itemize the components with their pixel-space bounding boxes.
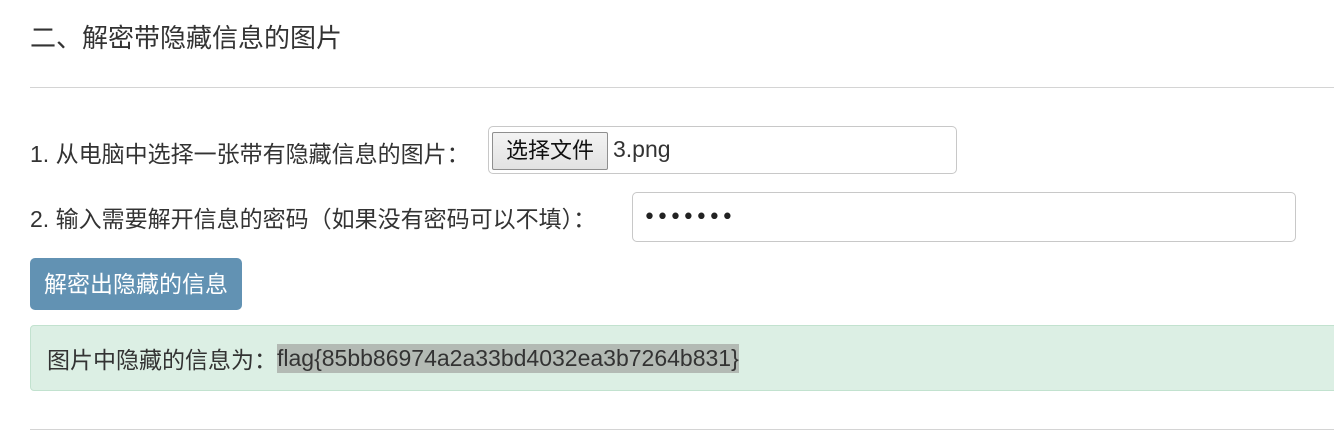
file-input[interactable]: 选择文件 3.png — [488, 126, 957, 174]
step2-label: 2. 输入需要解开信息的密码（如果没有密码可以不填）： — [30, 206, 597, 232]
step1-label: 1. 从电脑中选择一张带有隐藏信息的图片： — [30, 141, 470, 167]
result-label: 图片中隐藏的信息为： — [47, 347, 277, 373]
result-alert: 图片中隐藏的信息为： flag{85bb86974a2a33bd4032ea3b… — [30, 325, 1334, 391]
divider-top — [30, 87, 1334, 88]
section-title: 二、解密带隐藏信息的图片 — [30, 23, 343, 53]
decrypt-page: 二、解密带隐藏信息的图片 1. 从电脑中选择一张带有隐藏信息的图片： 选择文件 … — [0, 0, 1334, 443]
choose-file-button[interactable]: 选择文件 — [492, 132, 608, 170]
divider-bottom — [30, 429, 1334, 430]
selected-file-name: 3.png — [613, 136, 671, 162]
result-value: flag{85bb86974a2a33bd4032ea3b7264b831} — [277, 343, 739, 373]
step2-row: 2. 输入需要解开信息的密码（如果没有密码可以不填）： — [30, 192, 596, 242]
step1-row: 1. 从电脑中选择一张带有隐藏信息的图片： — [30, 127, 470, 177]
password-input[interactable] — [632, 192, 1296, 242]
decrypt-button[interactable]: 解密出隐藏的信息 — [30, 258, 242, 310]
